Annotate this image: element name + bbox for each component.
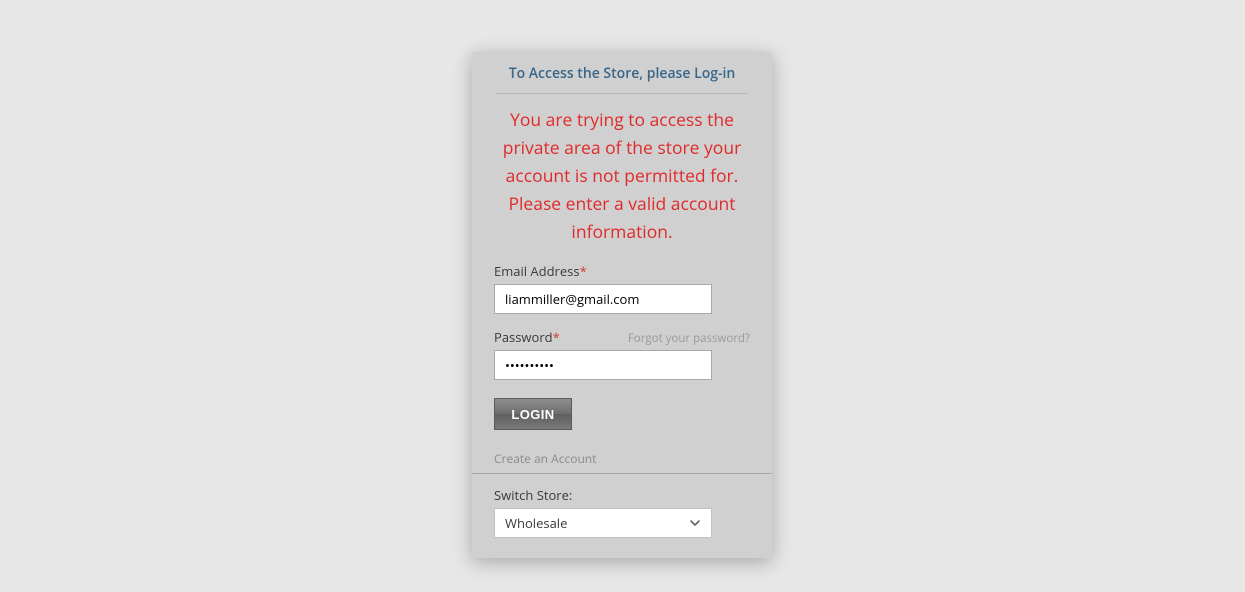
switch-store-value: Wholesale <box>505 514 567 532</box>
email-label-text: Email Address <box>494 262 580 280</box>
email-input[interactable] <box>494 284 712 314</box>
email-field-block: Email Address* <box>494 262 750 314</box>
password-field-block: Password* Forgot your password? <box>494 328 750 380</box>
password-input[interactable] <box>494 350 712 380</box>
switch-store-select[interactable]: Wholesale <box>494 508 712 538</box>
switch-store-label: Switch Store: <box>494 486 750 504</box>
create-account-link[interactable]: Create an Account <box>494 450 750 469</box>
panel-title: To Access the Store, please Log-in <box>496 52 748 94</box>
login-panel: To Access the Store, please Log-in You a… <box>472 52 772 558</box>
switch-store-area: Switch Store: Wholesale <box>472 473 772 558</box>
password-label-text: Password <box>494 328 553 346</box>
email-label: Email Address* <box>494 262 587 280</box>
required-marker: * <box>580 262 587 280</box>
required-marker: * <box>553 328 560 346</box>
password-label: Password* <box>494 328 560 346</box>
error-message: You are trying to access the private are… <box>472 94 772 256</box>
login-button[interactable]: LOGIN <box>494 398 572 430</box>
login-form: Email Address* Password* Forgot your pas… <box>472 262 772 473</box>
chevron-down-icon <box>689 517 701 529</box>
forgot-password-link[interactable]: Forgot your password? <box>628 331 750 346</box>
